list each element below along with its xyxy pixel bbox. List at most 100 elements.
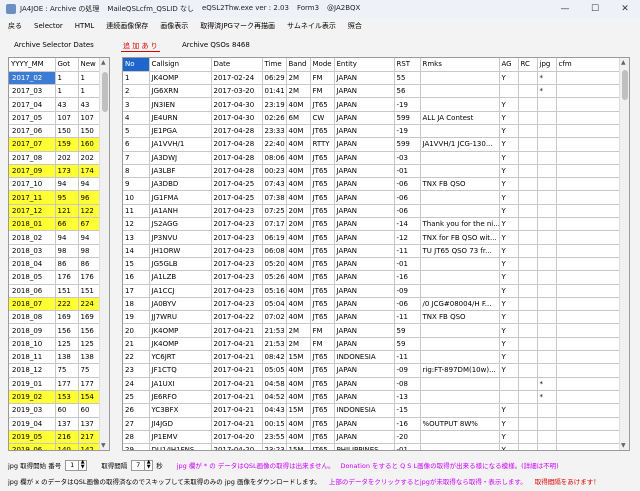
qso-row[interactable]: 9 JA3DBD 2017-04-25 07:43 40M JT65 JAPAN -06 TNX… [123,177,622,192]
qso-row[interactable]: 7 JA3DWJ 2017-04-28 08:06 40M JT65 JAPAN -03 Y [123,151,622,165]
month-cell[interactable]: 2019_02 [9,390,56,405]
tab-added[interactable]: 追 加 あ り [121,41,160,52]
month-cell[interactable]: 2017_06 [9,124,56,139]
month-row[interactable]: 2017_05 107 107 [9,111,102,125]
month-row[interactable]: 2018_10 125 125 [9,337,102,352]
month-cell[interactable]: 2017_05 [9,111,56,125]
qso-row[interactable]: 19 JJ7WRU 2017-04-22 07:02 40M JT65 JAPAN -11 TN… [123,310,622,325]
qso-row[interactable]: 26 YC3BFX 2017-04-21 04:43 15M JT65 INDONESIA -… [123,403,622,418]
month-row[interactable]: 2017_03 1 1 [9,84,102,99]
month-row[interactable]: 2017_11 95 96 [9,190,102,205]
month-row[interactable]: 2017_02 1 1 [9,71,102,86]
month-row[interactable]: 2018_12 75 75 [9,363,102,378]
jpg-start-stepper[interactable]: 1 ▲ ▼ [65,459,88,471]
menu-item[interactable]: Selector [34,22,63,30]
month-cell[interactable]: 2019_06 [9,443,56,450]
qso-col-header[interactable]: AG [499,58,519,72]
qso-row[interactable]: 3 JN3IEN 2017-04-30 23:19 40M JT65 JAPAN -19 Y [123,97,622,112]
qso-col-header[interactable]: Date [211,58,263,72]
qso-row[interactable]: 5 JE1PGA 2017-04-28 23:33 40M JT65 JAPAN -19 Y [123,124,622,139]
month-cell[interactable]: 2018_10 [9,337,56,352]
month-cell[interactable]: 2018_08 [9,310,56,325]
menu-item[interactable]: 戻る [8,21,22,31]
month-cell[interactable]: 2018_05 [9,270,56,285]
menu-item[interactable]: 画像表示 [160,21,188,31]
month-cell[interactable]: 2018_02 [9,230,56,245]
month-cell[interactable]: 2019_03 [9,403,56,418]
qso-row[interactable]: 16 JA1LZB 2017-04-23 05:26 40M JT65 JAPAN -16 Y [123,270,622,285]
qso-scrollbar[interactable]: ▲ ▼ [619,58,629,450]
month-row[interactable]: 2017_08 202 202 [9,151,102,165]
month-row[interactable]: 2018_06 151 151 [9,284,102,298]
month-cell[interactable]: 2017_09 [9,164,56,179]
qso-row[interactable]: 23 JF1CTQ 2017-04-21 05:05 40M JT65 JAPAN -09 ri… [123,363,622,378]
month-col-header[interactable]: Got [55,58,79,72]
qso-row[interactable]: 8 JA3LBF 2017-04-28 00:23 40M JT65 JAPAN -01 Y [123,164,622,179]
qso-row[interactable]: 18 JA0BYV 2017-04-23 05:04 40M JT65 JAPAN -06/0… [123,297,622,312]
interval-stepper[interactable]: 7 ▲ ▼ [131,459,154,471]
qso-col-header[interactable]: Band [286,58,311,72]
menu-item[interactable]: 照合 [348,21,362,31]
qso-col-header[interactable]: RST [394,58,421,72]
month-cell[interactable]: 2017_10 [9,177,56,192]
maximize-icon[interactable]: ☐ [580,0,610,18]
month-row[interactable]: 2017_06 150 150 [9,124,102,139]
qso-row[interactable]: 6 JA1VVH/1 2017-04-28 22:40 40M RTTY JAPAN 599 J… [123,137,622,152]
month-cell[interactable]: 2019_04 [9,417,56,431]
month-cell[interactable]: 2018_03 [9,244,56,258]
qso-row[interactable]: 25 JE6RFO 2017-04-21 04:52 40M JT65 JAPAN -13 * [123,390,622,405]
jpg-start-value[interactable]: 1 [66,461,78,469]
month-row[interactable]: 2018_04 86 86 [9,257,102,272]
qso-row[interactable]: 21 JK4OMP 2017-04-21 21:53 2M FM JAPAN 59 Y [123,337,622,352]
month-cell[interactable]: 2018_11 [9,350,56,365]
month-row[interactable]: 2019_02 153 154 [9,390,102,405]
qso-row[interactable]: 4 JE4URN 2017-04-30 02:26 6M CW JAPAN 599 ALL JA… [123,111,622,125]
qso-row[interactable]: 2 JG6XRN 2017-03-20 01:41 2M FM JAPAN 56 * [123,84,622,99]
qso-col-header[interactable]: Rmks [420,58,500,72]
month-row[interactable]: 2019_05 216 217 [9,430,102,445]
menu-item[interactable]: HTML [75,22,94,30]
qso-row[interactable]: 15 JG5GLB 2017-04-23 05:20 40M JT65 JAPAN -01 Y [123,257,622,272]
month-col-header[interactable]: YYYY_MM [9,58,56,72]
qso-col-header[interactable]: jpg [537,58,557,72]
month-row[interactable]: 2018_11 138 138 [9,350,102,365]
month-cell[interactable]: 2018_04 [9,257,56,272]
month-cell[interactable]: 2018_07 [9,297,56,312]
qso-row[interactable]: 22 YC6JRT 2017-04-21 08:42 15M JT65 INDONESIA -… [123,350,622,365]
stepper-arrows-icon[interactable]: ▲ ▼ [144,460,152,470]
month-cell[interactable]: 2017_11 [9,190,56,205]
month-cell[interactable]: 2017_07 [9,137,56,152]
qso-row[interactable]: 20 JK4OMP 2017-04-21 21:53 2M FM JAPAN 59 Y [123,323,622,338]
month-row[interactable]: 2017_04 43 43 [9,97,102,112]
qso-row[interactable]: 27 JI4JGD 2017-04-21 00:15 40M JT65 JAPAN -16 %O… [123,417,622,431]
qso-col-header[interactable]: Mode [310,58,335,72]
qso-col-header[interactable]: Entity [334,58,395,72]
month-row[interactable]: 2018_05 176 176 [9,270,102,285]
menu-item[interactable]: 連続画像保存 [106,21,148,31]
month-cell[interactable]: 2017_02 [9,71,56,86]
month-row[interactable]: 2019_03 60 60 [9,403,102,418]
tab-archive-selector-dates[interactable]: Archive Selector Dates [14,41,94,49]
qso-col-header[interactable]: cfm [556,58,622,72]
qso-row[interactable]: 10 JG1FMA 2017-04-25 07:38 40M JT65 JAPAN -06 Y [123,190,622,205]
qso-col-header[interactable]: Callsign [149,58,212,72]
qso-row[interactable]: 14 JH1ORW 2017-04-23 06:08 40M JT65 JAPAN -11 TU… [123,244,622,258]
month-row[interactable]: 2018_03 98 98 [9,244,102,258]
qso-row[interactable]: 11 JA1ANH 2017-04-23 07:25 20M JT65 JAPAN -06 Y [123,204,622,219]
month-cell[interactable]: 2018_06 [9,284,56,298]
month-row[interactable]: 2017_12 121 122 [9,204,102,219]
qso-col-header[interactable]: Time [262,58,287,72]
month-cell[interactable]: 2019_01 [9,377,56,391]
interval-value[interactable]: 7 [132,461,144,469]
qso-row[interactable]: 17 JA1CCJ 2017-04-23 05:16 40M JT65 JAPAN -09 Y [123,284,622,298]
menu-item[interactable]: サムネイル表示 [287,21,336,31]
month-row[interactable]: 2017_07 159 160 [9,137,102,152]
month-row[interactable]: 2018_02 94 94 [9,230,102,245]
month-row[interactable]: 2019_06 140 142 [9,443,102,450]
month-cell[interactable]: 2017_12 [9,204,56,219]
month-col-header[interactable]: New [78,58,102,72]
month-cell[interactable]: 2017_03 [9,84,56,99]
month-row[interactable]: 2018_07 222 224 [9,297,102,312]
qso-col-header[interactable]: RC [518,58,538,72]
qso-row[interactable]: 29 DU1/JH1FNS 2017-04-20 23:23 15M JT65 PHILIP… [123,443,622,450]
